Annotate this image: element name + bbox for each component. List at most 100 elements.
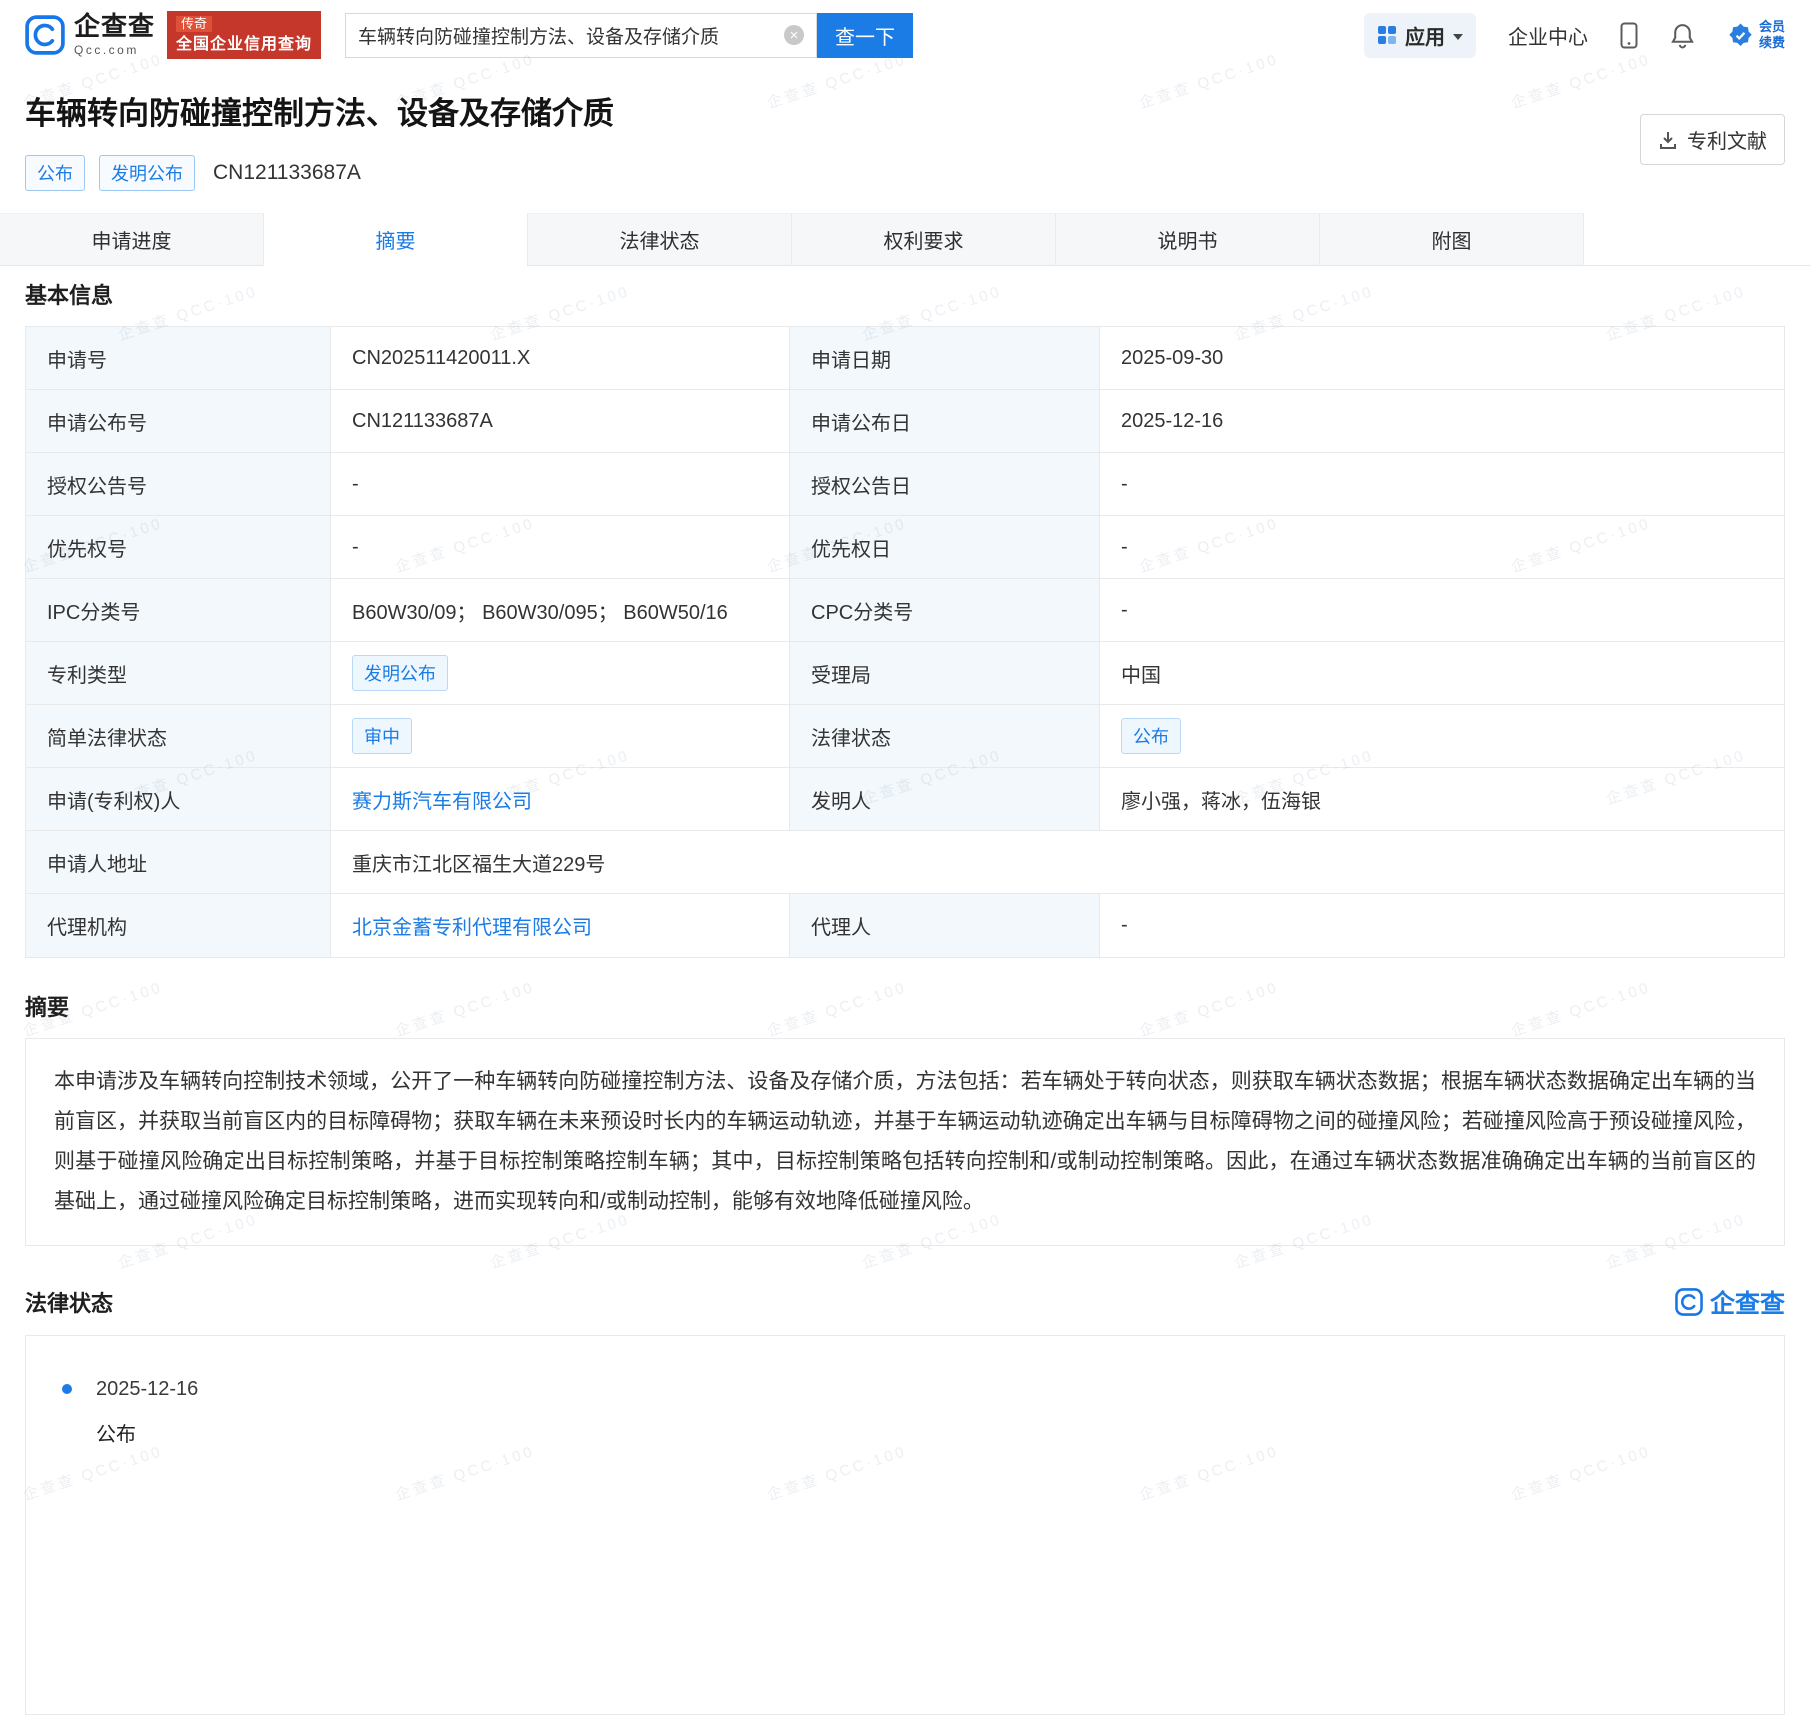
search-input-value: 车辆转向防碰撞控制方法、设备及存储介质 (358, 22, 774, 49)
field-value: - (1100, 579, 1784, 641)
legal-status-title: 法律状态 (25, 1286, 113, 1318)
applicant-link[interactable]: 赛力斯汽车有限公司 (352, 785, 532, 814)
tab-progress[interactable]: 申请进度 (0, 213, 264, 265)
field-value: - (1100, 453, 1784, 515)
table-row: IPC分类号B60W30/09； B60W30/095； B60W50/16CP… (26, 579, 1784, 642)
field-value: 发明公布 (331, 642, 790, 704)
field-label: 法律状态 (790, 705, 1100, 767)
field-label: 申请(专利权)人 (26, 768, 331, 830)
publication-number: CN121133687A (213, 161, 361, 185)
field-value: 重庆市江北区福生大道229号 (331, 831, 1784, 893)
enterprise-center-link[interactable]: 企业中心 (1508, 21, 1588, 50)
qcc-logo-icon (25, 15, 65, 55)
field-label: 申请人地址 (26, 831, 331, 893)
member-badge-icon (1727, 22, 1754, 49)
legal-status-header: 法律状态 企查查 (25, 1284, 1785, 1320)
table-row: 简单法律状态审中法律状态公布 (26, 705, 1784, 768)
field-label: 授权公告号 (26, 453, 331, 515)
tab-drawings[interactable]: 附图 (1320, 213, 1584, 265)
table-row: 申请公布号CN121133687A申请公布日2025-12-16 (26, 390, 1784, 453)
top-nav: 应用 企业中心 会员 续费 (1364, 13, 1785, 58)
logo-text: 企查查 Qcc.com (74, 13, 155, 57)
field-label: 受理局 (790, 642, 1100, 704)
patent-status-tag: 发明公布 (99, 155, 195, 191)
main-content: 基本信息 申请号CN202511420011.X申请日期2025-09-30申请… (0, 278, 1810, 1715)
patent-tabs: 申请进度摘要法律状态权利要求说明书附图 (0, 213, 1810, 266)
field-value: 公布 (1100, 705, 1784, 767)
field-value: 中国 (1100, 642, 1784, 704)
field-value: - (1100, 516, 1784, 578)
page-title: 车辆转向防碰撞控制方法、设备及存储介质 (25, 88, 1785, 133)
member-renew-button[interactable]: 会员 续费 (1727, 19, 1785, 52)
qcc-logo-icon (1675, 1288, 1703, 1316)
field-label: 优先权日 (790, 516, 1100, 578)
field-value: 2025-12-16 (1100, 390, 1784, 452)
table-row: 申请人地址重庆市江北区福生大道229号 (26, 831, 1784, 894)
table-row: 授权公告号-授权公告日- (26, 453, 1784, 516)
tab-legal-status[interactable]: 法律状态 (528, 213, 792, 265)
field-label: CPC分类号 (790, 579, 1100, 641)
abstract-box: 本申请涉及车辆转向控制技术领域，公开了一种车辆转向防碰撞控制方法、设备及存储介质… (25, 1038, 1785, 1246)
table-row: 申请号CN202511420011.X申请日期2025-09-30 (26, 327, 1784, 390)
field-label: 代理人 (790, 894, 1100, 957)
field-label: 优先权号 (26, 516, 331, 578)
field-value: 赛力斯汽车有限公司 (331, 768, 790, 830)
chevron-down-icon (1453, 34, 1463, 40)
legal-status-item: 2025-12-16公布 (62, 1378, 1748, 1447)
field-label: 申请公布日 (790, 390, 1100, 452)
tab-description[interactable]: 说明书 (1056, 213, 1320, 265)
field-value: 北京金蓄专利代理有限公司 (331, 894, 790, 957)
clear-search-icon[interactable]: × (784, 25, 804, 45)
top-header: 企查查 Qcc.com 传奇 全国企业信用查询 车辆转向防碰撞控制方法、设备及存… (0, 0, 1810, 60)
tab-abstract[interactable]: 摘要 (264, 213, 528, 265)
mobile-app-icon[interactable] (1620, 22, 1638, 49)
apps-menu-label: 应用 (1405, 21, 1445, 50)
patent-document-button[interactable]: 专利文献 (1640, 114, 1785, 165)
patent-status-tag: 公布 (25, 155, 85, 191)
table-row: 代理机构北京金蓄专利代理有限公司 代理人- (26, 894, 1784, 957)
legal-status-box: 2025-12-16公布 (25, 1335, 1785, 1715)
member-line1: 会员 (1759, 19, 1785, 35)
member-renew-label: 会员 续费 (1759, 19, 1785, 52)
abstract-title: 摘要 (25, 990, 1785, 1022)
field-label: 代理机构 (26, 894, 331, 957)
field-value: 廖小强，蒋冰，伍海银 (1100, 768, 1784, 830)
logo-domain: Qcc.com (74, 43, 155, 57)
apps-menu[interactable]: 应用 (1364, 13, 1476, 58)
search-input[interactable]: 车辆转向防碰撞控制方法、设备及存储介质 × (345, 13, 817, 58)
field-label: 专利类型 (26, 642, 331, 704)
field-value: B60W30/09； B60W30/095； B60W50/16 (331, 579, 790, 641)
download-icon (1658, 130, 1678, 150)
promo-top-label: 传奇 (176, 16, 212, 32)
field-value: CN202511420011.X (331, 327, 790, 389)
field-value: - (331, 516, 790, 578)
qcc-logo[interactable]: 企查查 Qcc.com (25, 13, 155, 57)
promo-badge: 传奇 全国企业信用查询 (167, 11, 321, 59)
field-label: 简单法律状态 (26, 705, 331, 767)
search-bar: 车辆转向防碰撞控制方法、设备及存储介质 × 查一下 (345, 13, 913, 58)
field-value: CN121133687A (331, 390, 790, 452)
status-tag: 发明公布 (352, 655, 448, 691)
tabs-filler (1584, 213, 1810, 265)
qcc-brand-mark: 企查查 (1675, 1284, 1785, 1320)
logo-name: 企查查 (74, 13, 155, 39)
field-label: 发明人 (790, 768, 1100, 830)
patent-tags: 公布发明公布 (25, 155, 195, 191)
field-label: 申请公布号 (26, 390, 331, 452)
patent-header-section: 车辆转向防碰撞控制方法、设备及存储介质 公布发明公布 CN121133687A … (0, 88, 1810, 191)
field-label: 授权公告日 (790, 453, 1100, 515)
basic-info-title: 基本信息 (25, 278, 1785, 310)
table-row: 优先权号-优先权日- (26, 516, 1784, 579)
search-button[interactable]: 查一下 (817, 13, 913, 58)
field-value: 审中 (331, 705, 790, 767)
agency-link[interactable]: 北京金蓄专利代理有限公司 (352, 911, 592, 940)
notifications-bell-icon[interactable] (1670, 22, 1695, 49)
tab-claims[interactable]: 权利要求 (792, 213, 1056, 265)
status-tag: 公布 (1121, 718, 1181, 754)
patent-document-label: 专利文献 (1687, 125, 1767, 154)
field-label: 申请号 (26, 327, 331, 389)
legal-status-label: 公布 (96, 1418, 1748, 1447)
timeline-dot-icon (62, 1384, 72, 1394)
field-value: - (1100, 894, 1784, 957)
basic-info-table: 申请号CN202511420011.X申请日期2025-09-30申请公布号CN… (25, 326, 1785, 958)
